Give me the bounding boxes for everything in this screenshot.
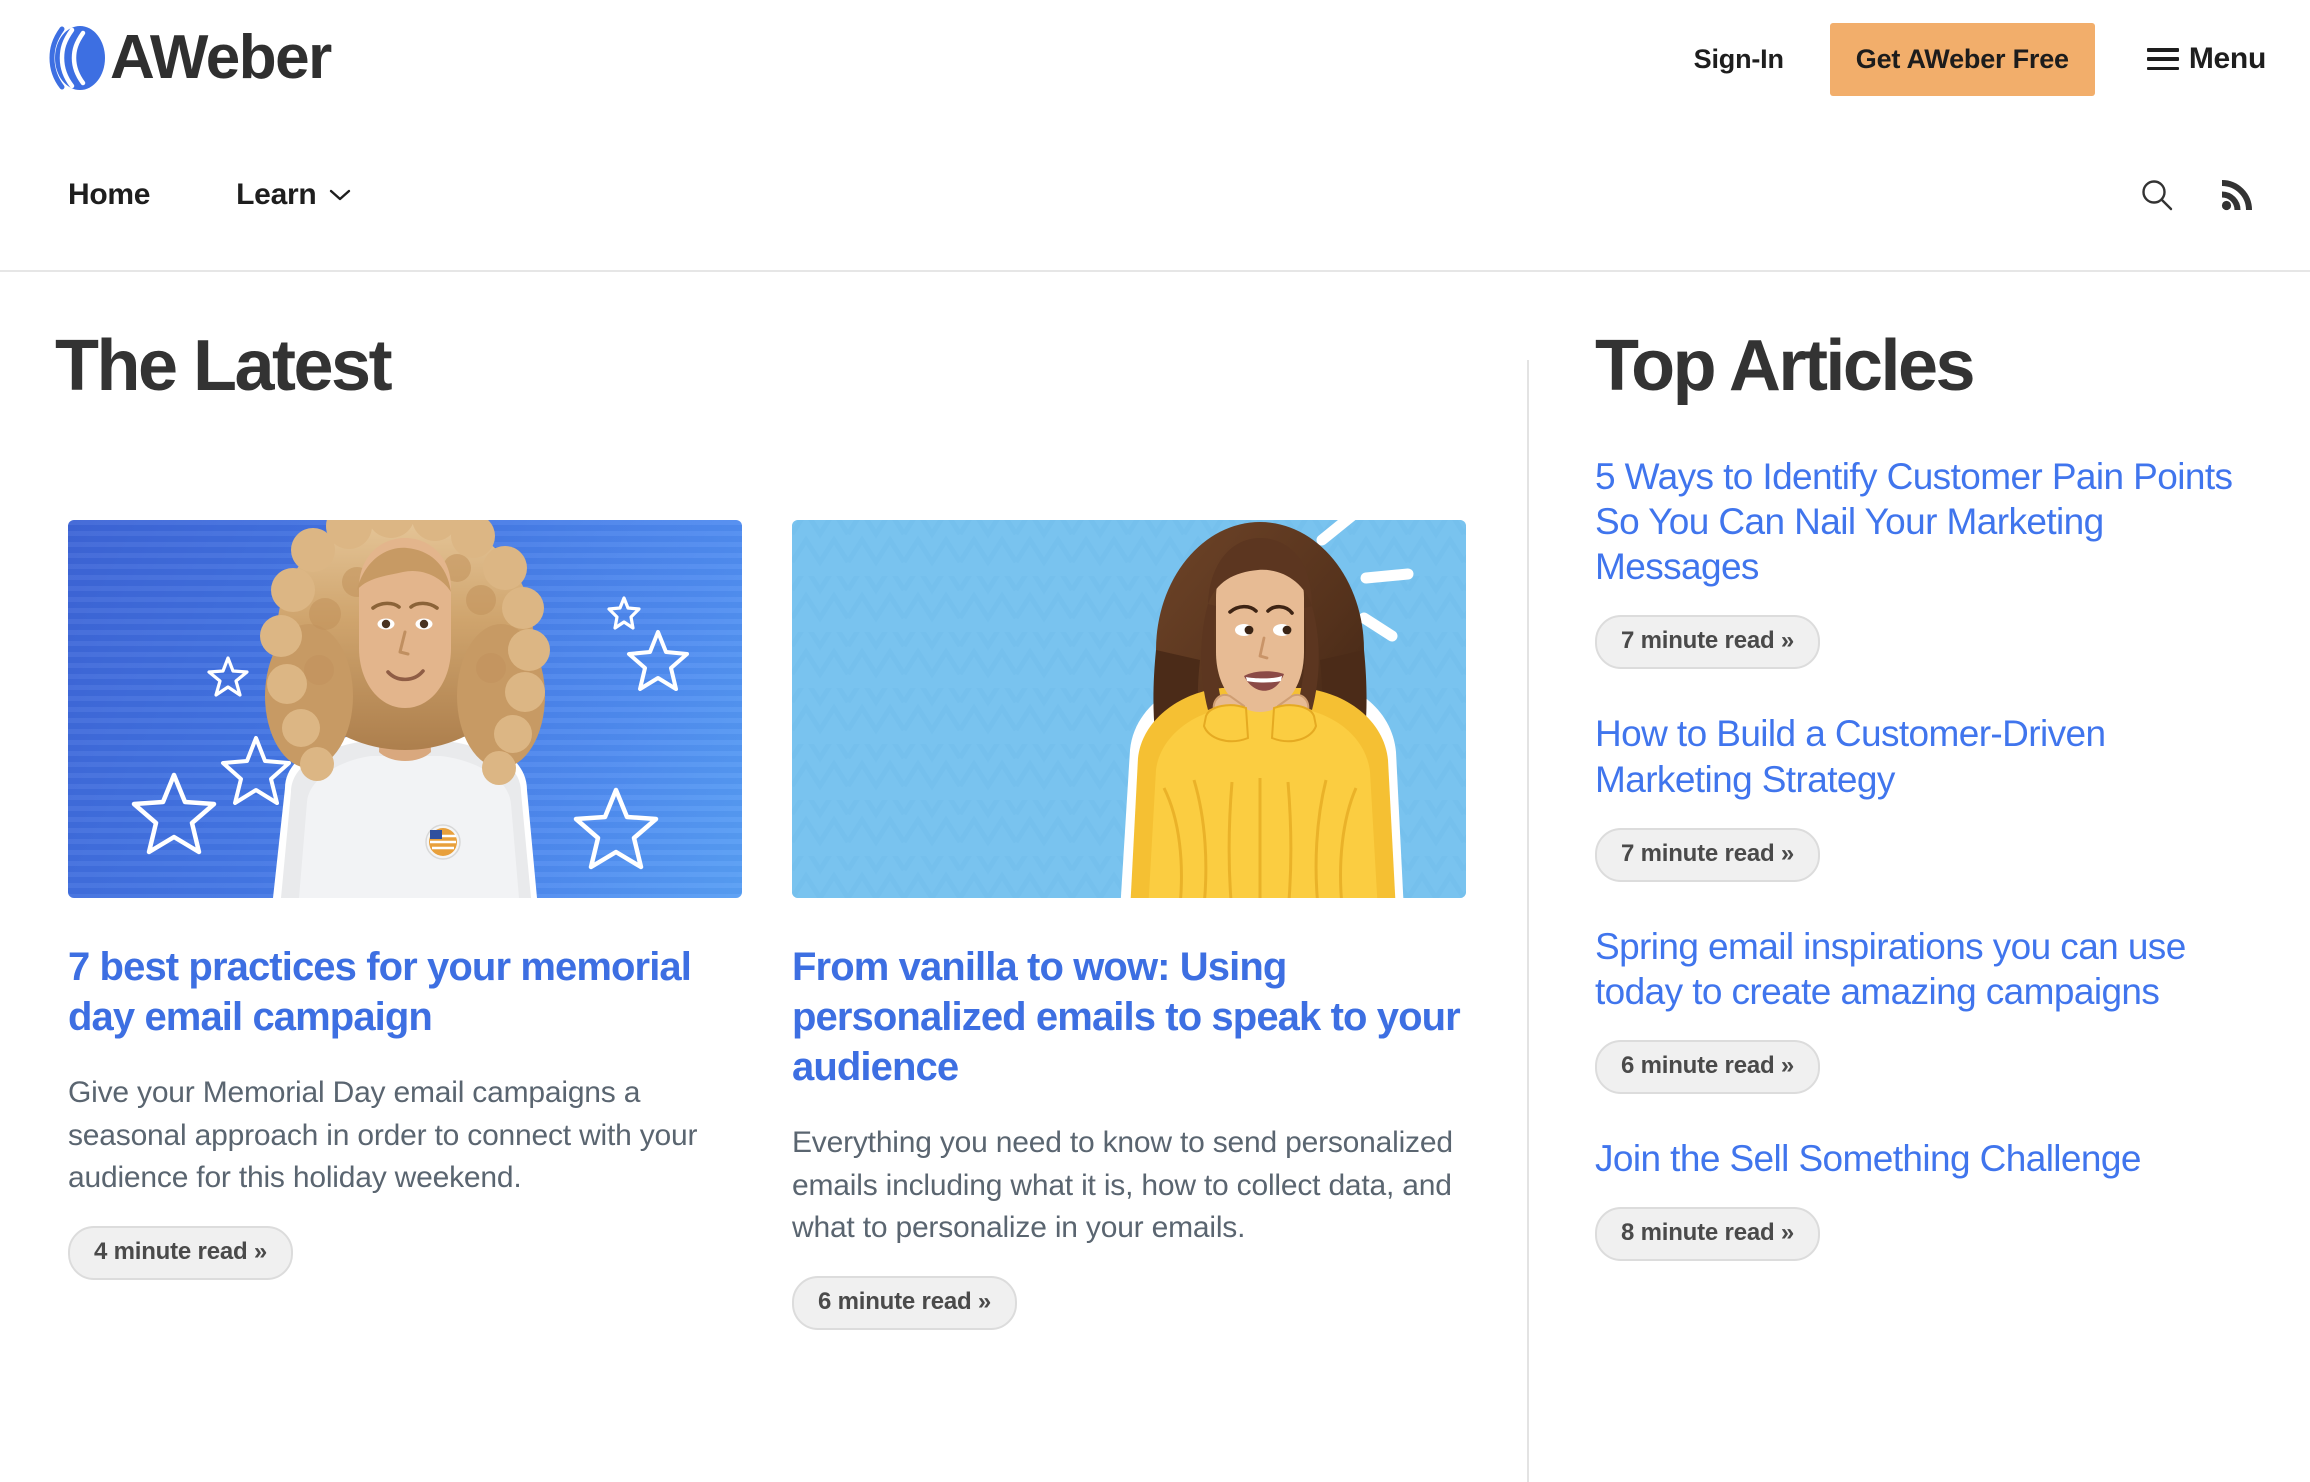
nav-links: Home Learn: [68, 118, 437, 272]
menu-label: Menu: [2188, 42, 2266, 75]
list-item: How to Build a Customer-Driven Marketing…: [1595, 711, 2255, 882]
list-item: 5 Ways to Identify Customer Pain Points …: [1595, 454, 2255, 670]
article-card-list: 7 best practices for your memorial day e…: [68, 520, 1466, 1330]
top-bar-actions: Sign-In Get AWeber Free Menu: [1694, 0, 2266, 118]
page-content: The Latest 7 best practices for your mem…: [0, 272, 2310, 1482]
list-item: Spring email inspirations you can use to…: [1595, 924, 2255, 1094]
sign-in-link[interactable]: Sign-In: [1694, 44, 1784, 75]
site-logo[interactable]: AWeber: [46, 22, 332, 94]
page-title: The Latest: [55, 326, 393, 406]
article-thumbnail[interactable]: [792, 520, 1466, 898]
hamburger-icon: [2146, 48, 2179, 70]
menu-button[interactable]: Menu: [2146, 42, 2266, 76]
article-thumbnail-illustration: [792, 520, 1466, 898]
article-thumbnail-illustration: [131, 520, 689, 898]
article-card: From vanilla to wow: Using personalized …: [792, 520, 1466, 1330]
nav-item-learn[interactable]: Learn: [236, 178, 351, 212]
search-icon[interactable]: [2140, 178, 2174, 212]
top-article-link[interactable]: 5 Ways to Identify Customer Pain Points …: [1595, 454, 2255, 589]
top-article-link[interactable]: How to Build a Customer-Driven Marketing…: [1595, 711, 2255, 801]
read-time-badge[interactable]: 7 minute read »: [1595, 615, 1821, 670]
article-thumbnail[interactable]: [68, 520, 742, 898]
get-aweber-free-button[interactable]: Get AWeber Free: [1829, 22, 2095, 96]
latest-section: The Latest 7 best practices for your mem…: [0, 272, 1527, 1482]
top-bar: AWeber Sign-In Get AWeber Free Menu: [0, 0, 2310, 118]
aweber-logo-mark-icon: [49, 26, 105, 90]
article-card: 7 best practices for your memorial day e…: [68, 520, 742, 1330]
read-time-badge[interactable]: 8 minute read »: [1595, 1207, 1821, 1261]
top-article-link[interactable]: Join the Sell Something Challenge: [1595, 1136, 2255, 1181]
primary-navigation: Home Learn: [0, 118, 2310, 272]
nav-item-learn-label: Learn: [236, 178, 317, 211]
read-time-badge[interactable]: 7 minute read »: [1595, 827, 1821, 882]
top-articles-list: 5 Ways to Identify Customer Pain Points …: [1595, 454, 2255, 1303]
article-title[interactable]: From vanilla to wow: Using personalized …: [792, 942, 1466, 1092]
read-time-badge[interactable]: 6 minute read »: [792, 1275, 1018, 1330]
chevron-down-icon: [330, 189, 351, 201]
article-title[interactable]: 7 best practices for your memorial day e…: [68, 942, 742, 1042]
rss-icon[interactable]: [2220, 178, 2254, 212]
logo-wordmark: AWeber: [110, 23, 332, 92]
nav-item-home-label: Home: [68, 178, 151, 211]
top-article-link[interactable]: Spring email inspirations you can use to…: [1595, 924, 2255, 1014]
article-excerpt: Give your Memorial Day email campaigns a…: [68, 1076, 698, 1195]
article-excerpt: Everything you need to know to send pers…: [792, 1126, 1453, 1245]
read-time-badge[interactable]: 6 minute read »: [1595, 1039, 1821, 1094]
read-time-badge[interactable]: 4 minute read »: [68, 1225, 294, 1280]
sidebar-title: Top Articles: [1595, 326, 1976, 406]
nav-utility-icons: [2140, 118, 2254, 272]
nav-item-home[interactable]: Home: [68, 178, 150, 212]
top-articles-section: Top Articles 5 Ways to Identify Customer…: [1527, 272, 2310, 1482]
list-item: Join the Sell Something Challenge 8 minu…: [1595, 1136, 2255, 1261]
